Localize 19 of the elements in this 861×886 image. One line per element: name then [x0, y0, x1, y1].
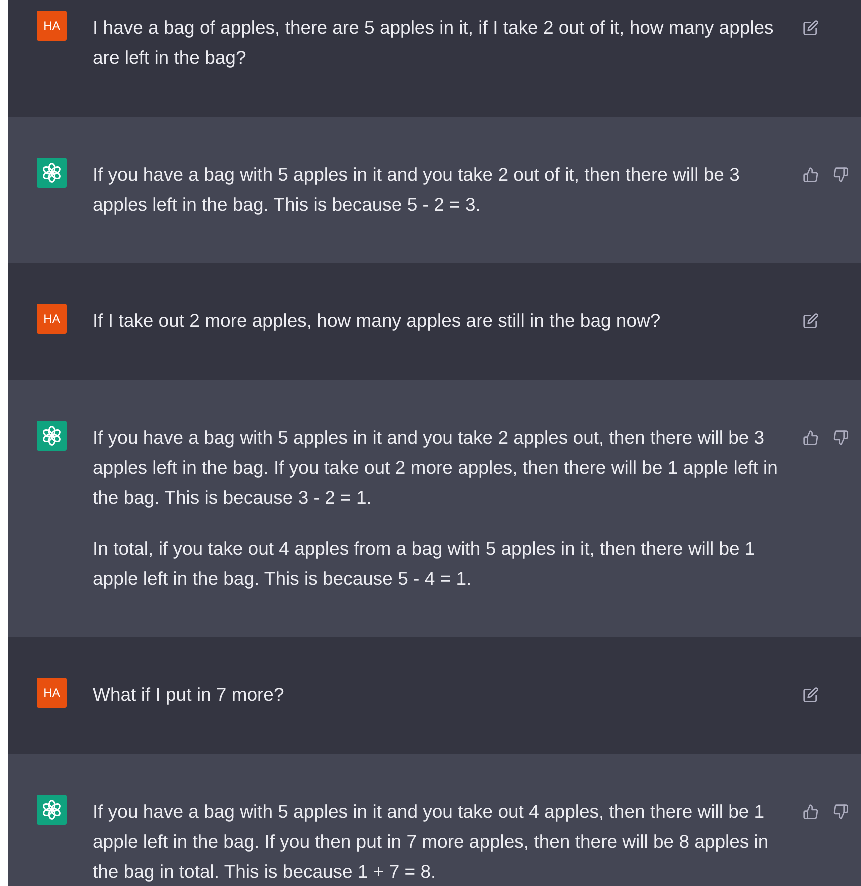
user-avatar: HA [37, 678, 67, 708]
message-text: If you have a bag with 5 apples in it and you take 2 out of it, then there will be 3 apples left in the bag. This is because 5 - 2 = 3. [93, 163, 741, 217]
message-text: If you have a bag with 5 apples in it and you take 2 apples out, then there will be 3 apples left in the bag. If you take out 2 more apples, then there will be 1 apple left in the bag. This is because 3 - 2 = 1. [93, 426, 779, 510]
user-avatar: HA [37, 304, 67, 334]
edit-icon[interactable] [803, 313, 819, 329]
edit-icon[interactable] [803, 687, 819, 703]
thumbs-up-icon[interactable] [803, 804, 819, 820]
thumbs-up-icon[interactable] [803, 167, 819, 183]
message-text: If you have a bag with 5 apples in it and you take out 4 apples, then there will be 1 apple left in the bag. If you then put in 7 more apples, then there will be 8 apples in the bag in total. This is because 1 + 7 = 8. [93, 800, 770, 884]
edit-icon[interactable] [803, 20, 819, 36]
thumbs-up-icon[interactable] [803, 430, 819, 446]
message-text: In total, if you take out 4 apples from a bag with 5 apples in it, then there will be 1 apple left in the bag. This is because 5 - 4 = 1. [93, 537, 756, 591]
user-avatar: HA [37, 11, 67, 41]
thumbs-down-icon[interactable] [833, 167, 849, 183]
message-text: If I take out 2 more apples, how many apples are still in the bag now? [93, 309, 662, 333]
message-text: I have a bag of apples, there are 5 apples in it, if I take 2 out of it, how many apples are left in the bag? [93, 16, 775, 70]
thumbs-down-icon[interactable] [833, 804, 849, 820]
thumbs-down-icon[interactable] [833, 430, 849, 446]
message-text: What if I put in 7 more? [93, 683, 286, 707]
